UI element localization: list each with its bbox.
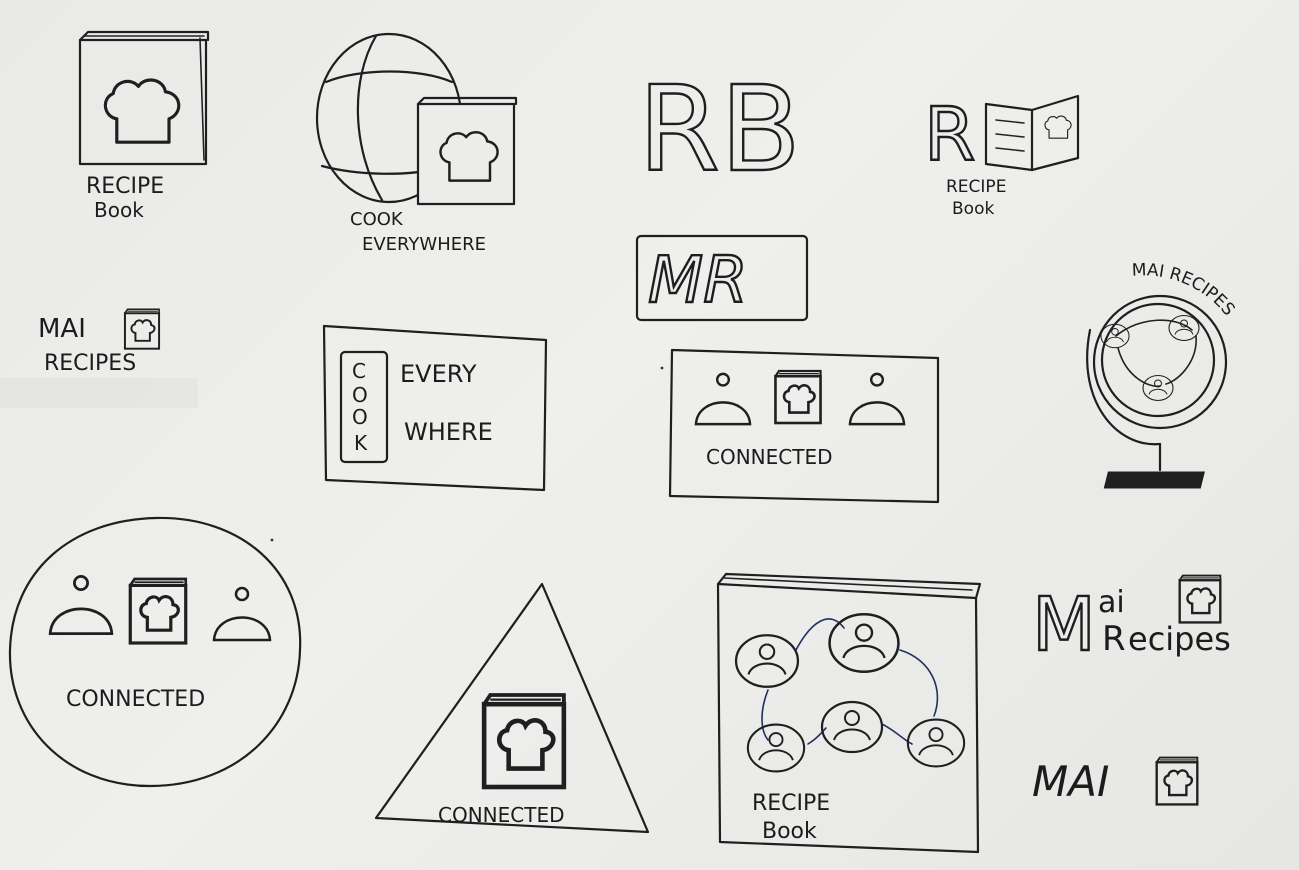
ink-dot	[660, 366, 664, 370]
book-icon	[128, 577, 188, 645]
letter-o: O	[352, 405, 368, 429]
connected-label: CONNECTED	[706, 445, 832, 469]
network-book-sketch: RECIPE Book	[716, 572, 982, 854]
recipes-r-label: R	[1102, 619, 1126, 659]
avatar-icon	[906, 718, 966, 768]
person-icon	[48, 574, 114, 636]
ai-label: ai	[1098, 585, 1125, 620]
everywhere-label: EVERYWHERE	[362, 234, 486, 255]
every-label: EVERY	[400, 360, 477, 388]
book-icon	[1178, 574, 1222, 624]
letter-c: C	[352, 359, 366, 383]
cook-label: COOK	[350, 209, 404, 230]
recipes-rest-label: ecipes	[1128, 620, 1231, 658]
avatar-icon	[820, 700, 884, 754]
letter-o: O	[352, 383, 368, 407]
mai-icon-sketch: MAI	[1032, 756, 1199, 806]
cook-everywhere-box-sketch: C O O K EVERY WHERE	[322, 324, 548, 492]
mai-recipes-globe-sketch: MAI RECIPES	[1086, 260, 1239, 489]
connected-label: CONNECTED	[438, 803, 564, 827]
mai-recipes-small-sketch: MAI RECIPES	[0, 308, 198, 408]
chef-hat-icon	[103, 78, 181, 144]
connected-label: CONNECTED	[66, 687, 205, 712]
avatar-icon	[746, 723, 806, 773]
rb-monogram-sketch: RB	[637, 59, 802, 199]
book-icon	[774, 369, 822, 425]
rb-book-sketch: R RECIPE Book	[923, 91, 1080, 219]
book-icon	[123, 308, 161, 350]
avatar-icon	[828, 612, 900, 674]
person-icon	[694, 372, 752, 426]
mr-monogram: MR	[648, 244, 748, 318]
connected-circle-sketch: CONNECTED	[8, 516, 302, 788]
recipe-label: RECIPE	[752, 791, 830, 816]
connected-triangle-sketch: CONNECTED	[374, 582, 650, 834]
recipe-book-sketch: RECIPE Book	[78, 30, 210, 222]
cook-everywhere-globe-sketch: COOK EVERYWHERE	[315, 32, 518, 255]
paper-sheet: RECIPE Book COOK EVERYWHERE RB R RECIPE …	[0, 0, 1299, 870]
mr-badge-sketch: MR	[635, 234, 809, 322]
recipe-book-label-line1: RECIPE	[86, 174, 164, 199]
sketch-canvas: RECIPE Book COOK EVERYWHERE RB R RECIPE …	[0, 30, 1239, 854]
ink-dot	[270, 538, 274, 542]
mai-label: MAI	[38, 314, 86, 344]
connected-box-sketch: CONNECTED	[668, 348, 940, 504]
mai-recipes-big-sketch: M ai R ecipes	[1031, 574, 1231, 669]
book-label: Book	[762, 819, 817, 844]
avatar-icon	[1142, 374, 1174, 402]
person-icon	[848, 372, 906, 426]
recipe-book-label-line2: Book	[94, 198, 144, 222]
rb-monogram: RB	[638, 60, 801, 198]
globe-stand	[1103, 471, 1205, 489]
m-monogram: M	[1032, 582, 1096, 668]
mai-label: MAI	[1032, 757, 1109, 806]
avatar-icon	[1168, 314, 1200, 342]
person-icon	[212, 586, 272, 642]
avatar-icon	[734, 634, 800, 688]
avatar-icon	[1100, 323, 1130, 349]
letter-k: K	[354, 431, 368, 455]
book-label: Book	[952, 199, 994, 219]
book-icon	[1155, 756, 1199, 806]
tape-strip	[0, 378, 198, 408]
chef-hat-icon	[1044, 115, 1072, 139]
recipe-label: RECIPE	[946, 177, 1006, 197]
book-icon	[484, 695, 564, 787]
where-label: WHERE	[404, 418, 493, 446]
r-monogram: R	[924, 92, 975, 178]
recipes-label: RECIPES	[44, 351, 136, 376]
